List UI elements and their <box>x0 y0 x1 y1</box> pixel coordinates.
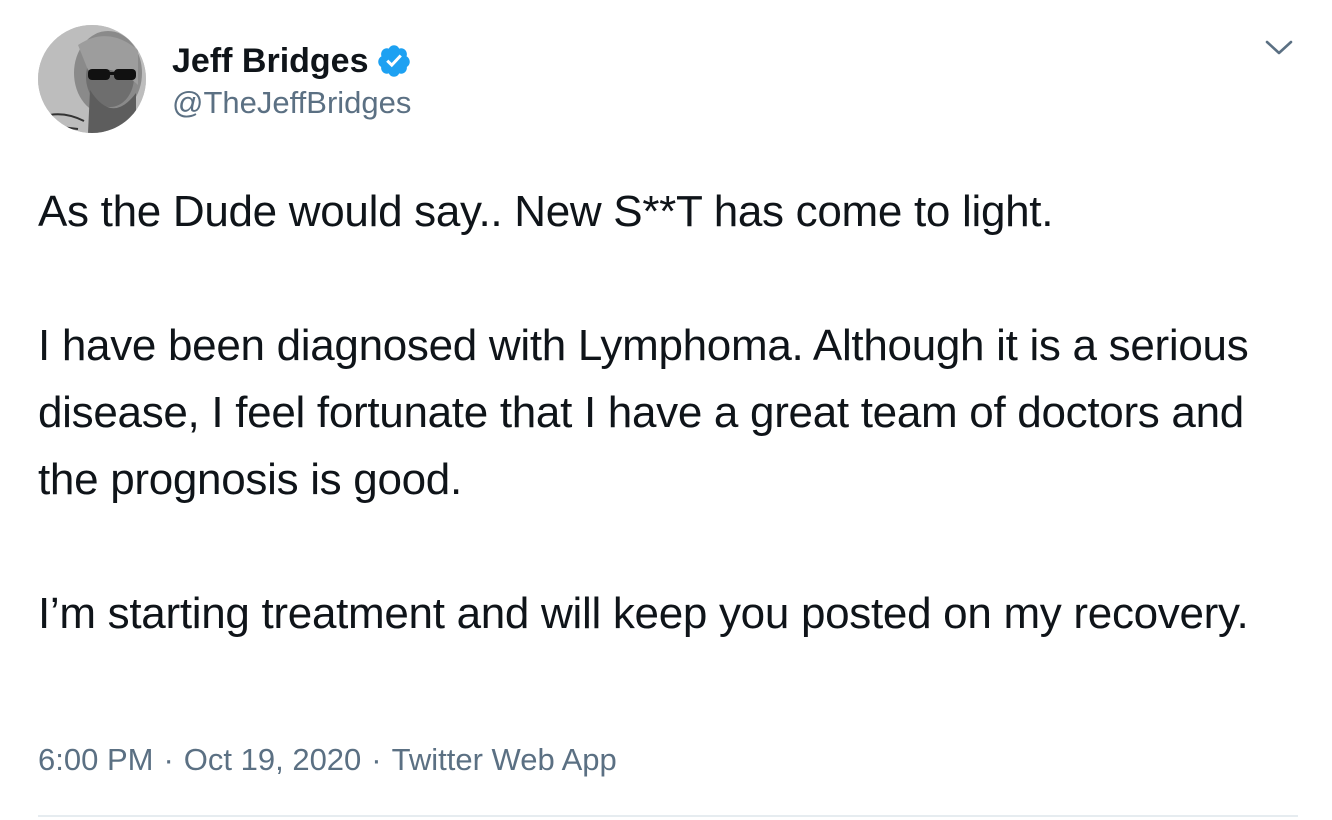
tweet-date[interactable]: Oct 19, 2020 <box>184 738 362 782</box>
tweet-paragraph: As the Dude would say.. New S**T has com… <box>38 187 1054 236</box>
separator: · <box>371 742 382 777</box>
name-row: Jeff Bridges <box>172 41 412 81</box>
tweet-card: Jeff Bridges @TheJeffBridges As the Dude… <box>0 0 1332 820</box>
tweet-paragraph: I have been diagnosed with Lymphoma. Alt… <box>38 321 1249 504</box>
chevron-down-icon[interactable] <box>1264 38 1294 58</box>
tweet-source[interactable]: Twitter Web App <box>392 738 617 782</box>
separator: · <box>163 742 174 777</box>
divider <box>38 815 1298 817</box>
avatar[interactable] <box>38 25 146 133</box>
author-handle[interactable]: @TheJeffBridges <box>172 84 412 122</box>
display-name[interactable]: Jeff Bridges <box>172 41 369 81</box>
author-info: Jeff Bridges @TheJeffBridges <box>172 41 412 122</box>
tweet-header: Jeff Bridges @TheJeffBridges <box>38 25 412 133</box>
tweet-metadata: 6:00 PM · Oct 19, 2020 · Twitter Web App <box>38 738 617 782</box>
tweet-time[interactable]: 6:00 PM <box>38 738 153 782</box>
tweet-text: As the Dude would say.. New S**T has com… <box>38 178 1288 647</box>
verified-badge-icon <box>377 45 410 77</box>
avatar-image <box>38 25 146 133</box>
tweet-paragraph: I’m starting treatment and will keep you… <box>38 589 1249 638</box>
